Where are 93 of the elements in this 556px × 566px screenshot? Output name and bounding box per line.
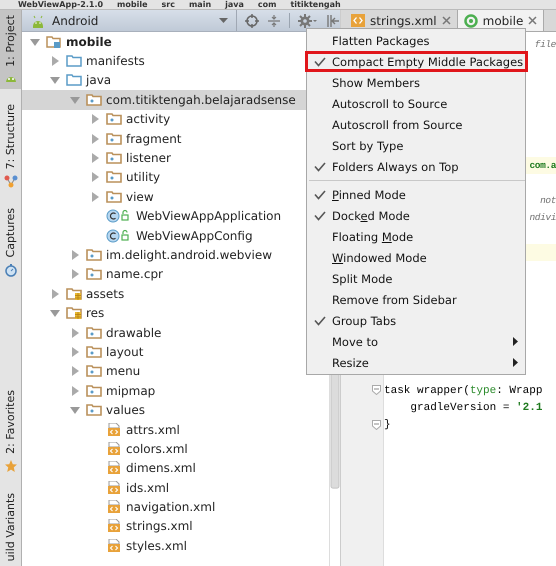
collapsed-arrow-icon[interactable] bbox=[70, 366, 80, 376]
package-icon bbox=[106, 170, 122, 184]
folder-icon bbox=[66, 54, 82, 68]
breadcrumb-item[interactable]: java bbox=[225, 0, 244, 9]
fold-marker-icon[interactable] bbox=[372, 385, 381, 396]
xml-file-icon bbox=[106, 480, 122, 495]
settings-icon[interactable] bbox=[298, 14, 318, 28]
tool-window-tab[interactable]: 2: Favorites bbox=[0, 384, 21, 478]
check-icon bbox=[314, 210, 326, 220]
package-icon bbox=[86, 326, 102, 340]
package-icon bbox=[86, 267, 102, 282]
folder-icon bbox=[66, 73, 82, 88]
caret-icon bbox=[219, 18, 228, 24]
tree-item[interactable]: styles.xml bbox=[22, 536, 329, 556]
expanded-arrow-icon[interactable] bbox=[70, 405, 80, 416]
package-icon bbox=[106, 112, 122, 126]
breadcrumb-item[interactable]: src bbox=[162, 0, 175, 9]
code-text: ndivi bbox=[529, 212, 556, 224]
expanded-arrow-icon[interactable] bbox=[50, 75, 60, 86]
android-icon bbox=[30, 14, 46, 28]
expanded-arrow-icon[interactable] bbox=[50, 308, 60, 318]
fold-marker-icon[interactable] bbox=[372, 420, 381, 430]
target-icon[interactable] bbox=[245, 14, 259, 28]
check-icon bbox=[314, 162, 326, 172]
package-icon bbox=[86, 403, 102, 418]
tree-item[interactable]: colors.xml bbox=[22, 439, 329, 459]
collapsed-arrow-icon[interactable] bbox=[50, 56, 60, 66]
xml-file-icon bbox=[106, 519, 122, 534]
collapsed-arrow-icon[interactable] bbox=[90, 153, 100, 164]
breadcrumb-item[interactable]: mobile bbox=[117, 0, 148, 9]
collapsed-arrow-icon[interactable] bbox=[90, 172, 100, 182]
tree-item[interactable]: dimens.xml bbox=[22, 458, 329, 478]
code-text: task wrapper(type: Wrapp bbox=[384, 384, 542, 397]
collapsed-arrow-icon[interactable] bbox=[90, 114, 100, 124]
collapsed-arrow-icon[interactable] bbox=[90, 192, 100, 202]
check-icon bbox=[314, 56, 326, 66]
collapsed-arrow-icon[interactable] bbox=[70, 328, 80, 338]
xml-file-icon bbox=[106, 422, 122, 436]
package-icon bbox=[86, 384, 102, 398]
xml-file-icon bbox=[351, 14, 365, 27]
resource-folder-icon bbox=[66, 286, 82, 301]
stopwatch-icon bbox=[4, 262, 18, 277]
submenu-arrow-icon bbox=[513, 337, 518, 346]
tree-item[interactable]: navigation.xml bbox=[22, 497, 329, 517]
expanded-arrow-icon[interactable] bbox=[70, 94, 80, 105]
expanded-arrow-icon[interactable] bbox=[30, 36, 40, 47]
tree-item[interactable]: strings.xml bbox=[22, 516, 329, 536]
code-text: file bbox=[534, 39, 556, 50]
hide-panel-icon[interactable] bbox=[326, 14, 340, 28]
collapsed-arrow-icon[interactable] bbox=[70, 386, 80, 396]
xml-file-icon bbox=[106, 442, 122, 456]
tree-item[interactable]: ids.xml bbox=[22, 478, 329, 498]
tool-window-tab[interactable]: 7: Structure bbox=[0, 98, 21, 194]
collapse-icon[interactable] bbox=[267, 14, 281, 28]
module-folder-icon bbox=[46, 34, 62, 49]
tree-item[interactable]: mipmap bbox=[22, 381, 329, 400]
structure-icon bbox=[4, 174, 18, 188]
gradle-icon bbox=[464, 14, 478, 28]
star-icon bbox=[4, 458, 18, 473]
check-icon bbox=[314, 190, 326, 200]
submenu-arrow-icon bbox=[513, 358, 518, 367]
collapsed-arrow-icon[interactable] bbox=[70, 250, 80, 260]
xml-file-icon bbox=[106, 538, 122, 553]
tool-window-tab[interactable]: 1: Project bbox=[0, 10, 21, 89]
code-text: com.a bbox=[529, 160, 556, 172]
collapsed-arrow-icon[interactable] bbox=[70, 269, 80, 280]
package-icon bbox=[86, 248, 102, 262]
tool-window-tab[interactable]: Captures bbox=[0, 203, 21, 282]
code-text: not bbox=[540, 194, 556, 206]
package-icon bbox=[106, 190, 122, 204]
tree-item[interactable]: values bbox=[22, 400, 329, 420]
package-icon bbox=[106, 132, 122, 146]
package-icon bbox=[86, 344, 102, 359]
breadcrumb-item[interactable]: titiktengah bbox=[290, 0, 341, 9]
breadcrumb-item[interactable]: main bbox=[188, 0, 212, 9]
resource-folder-icon bbox=[66, 306, 82, 320]
breadcrumb-item[interactable]: com bbox=[258, 0, 276, 9]
tool-window-tab[interactable]: uild Variants bbox=[0, 488, 21, 566]
collapsed-arrow-icon[interactable] bbox=[90, 134, 100, 144]
code-text: gradleVersion = '2.1 bbox=[409, 402, 542, 414]
close-icon[interactable] bbox=[528, 16, 538, 25]
collapsed-arrow-icon[interactable] bbox=[50, 288, 60, 299]
xml-file-icon bbox=[106, 500, 122, 514]
code-text: } bbox=[384, 419, 391, 432]
tree-item[interactable]: attrs.xml bbox=[22, 420, 329, 440]
collapsed-arrow-icon[interactable] bbox=[70, 346, 80, 357]
check-icon bbox=[314, 316, 326, 326]
package-icon bbox=[86, 364, 102, 378]
package-icon bbox=[106, 151, 122, 166]
breadcrumb-item[interactable]: WebViewApp-2.1.0 bbox=[18, 0, 104, 9]
package-icon bbox=[86, 92, 102, 107]
xml-file-icon bbox=[106, 461, 122, 476]
close-icon[interactable] bbox=[442, 16, 451, 25]
